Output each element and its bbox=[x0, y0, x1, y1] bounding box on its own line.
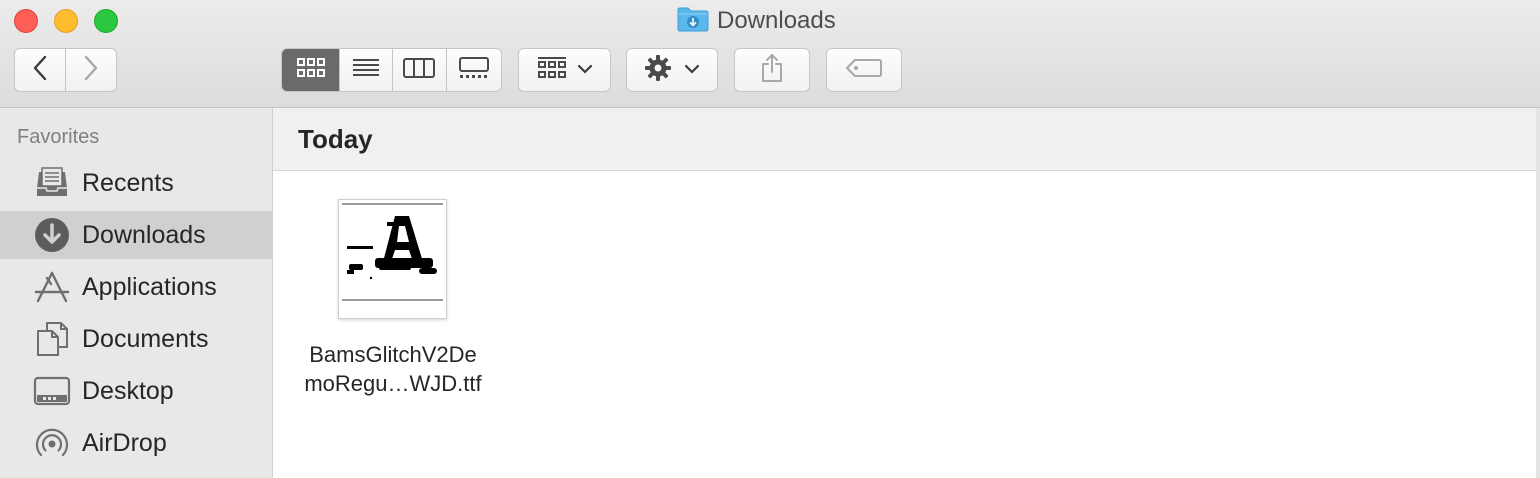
toolbar: Downloads bbox=[0, 0, 1540, 108]
sidebar-item-documents[interactable]: Documents bbox=[0, 315, 272, 363]
view-mode-control bbox=[281, 48, 502, 92]
sidebar-item-recents[interactable]: Recents bbox=[0, 159, 272, 207]
window-title: Downloads bbox=[677, 6, 836, 36]
tags-button[interactable] bbox=[826, 48, 902, 92]
share-button[interactable] bbox=[734, 48, 810, 92]
group-icon bbox=[537, 56, 567, 85]
sidebar-item-airdrop[interactable]: AirDrop bbox=[0, 419, 272, 467]
airdrop-icon bbox=[32, 423, 72, 463]
sidebar-item-label: Downloads bbox=[82, 220, 206, 249]
folder-icon bbox=[677, 6, 709, 37]
sidebar-item-applications[interactable]: Applications bbox=[0, 263, 272, 311]
sidebar-item-label: Applications bbox=[82, 272, 217, 301]
sidebar: Favorites Recents Downloads Applications… bbox=[0, 108, 273, 478]
file-name-line-1: BamsGlitchV2De bbox=[309, 342, 477, 367]
window-title-text: Downloads bbox=[717, 7, 836, 34]
gallery-view-button[interactable] bbox=[447, 49, 502, 91]
group-by-button[interactable] bbox=[518, 48, 611, 92]
finder-window: Downloads Favorites Recents Downloads Ap… bbox=[0, 0, 1540, 478]
window-edge bbox=[1536, 108, 1540, 478]
sidebar-item-label: AirDrop bbox=[82, 428, 167, 457]
sidebar-item-label: Recents bbox=[82, 168, 174, 197]
zoom-button[interactable] bbox=[94, 9, 118, 33]
navigation-buttons bbox=[14, 48, 117, 92]
sidebar-item-label: Desktop bbox=[82, 376, 174, 405]
back-icon bbox=[32, 55, 48, 86]
applications-icon bbox=[32, 267, 72, 307]
icon-view-button[interactable] bbox=[282, 49, 341, 91]
desktop-icon bbox=[32, 371, 72, 411]
forward-button[interactable] bbox=[66, 49, 117, 91]
chevron-down-icon bbox=[684, 61, 700, 79]
font-file-thumbnail: A bbox=[338, 199, 447, 319]
list-view-button[interactable] bbox=[340, 49, 393, 91]
file-name-line-2: moRegu…WJD.ttf bbox=[304, 371, 482, 396]
recents-icon bbox=[32, 163, 72, 203]
chevron-down-icon bbox=[577, 61, 593, 79]
tag-icon bbox=[846, 58, 882, 83]
forward-icon bbox=[83, 55, 99, 86]
list-view-icon bbox=[351, 57, 381, 84]
file-browser: Today BamsGlitchV2De moRegu…WJD.ttf bbox=[273, 108, 1540, 478]
column-view-icon bbox=[403, 57, 436, 84]
group-header: Today bbox=[273, 108, 1540, 171]
column-view-button[interactable] bbox=[393, 49, 447, 91]
gallery-view-icon bbox=[458, 56, 490, 84]
downloads-icon bbox=[32, 215, 72, 255]
sidebar-item-label: Documents bbox=[82, 324, 209, 353]
back-button[interactable] bbox=[15, 49, 66, 91]
action-button[interactable] bbox=[626, 48, 718, 92]
group-title: Today bbox=[298, 124, 373, 154]
minimize-button[interactable] bbox=[54, 9, 78, 33]
share-icon bbox=[760, 53, 784, 88]
file-item[interactable]: A BamsGlitchV2De moRegu…WJD.ttf bbox=[293, 198, 493, 408]
gear-icon bbox=[644, 54, 672, 87]
documents-icon bbox=[32, 319, 72, 359]
close-button[interactable] bbox=[14, 9, 38, 33]
sidebar-item-downloads[interactable]: Downloads bbox=[0, 211, 272, 259]
file-name[interactable]: BamsGlitchV2De moRegu…WJD.ttf bbox=[293, 340, 493, 398]
sidebar-heading: Favorites bbox=[17, 126, 100, 148]
icon-view-icon bbox=[296, 57, 326, 84]
sidebar-item-desktop[interactable]: Desktop bbox=[0, 367, 272, 415]
